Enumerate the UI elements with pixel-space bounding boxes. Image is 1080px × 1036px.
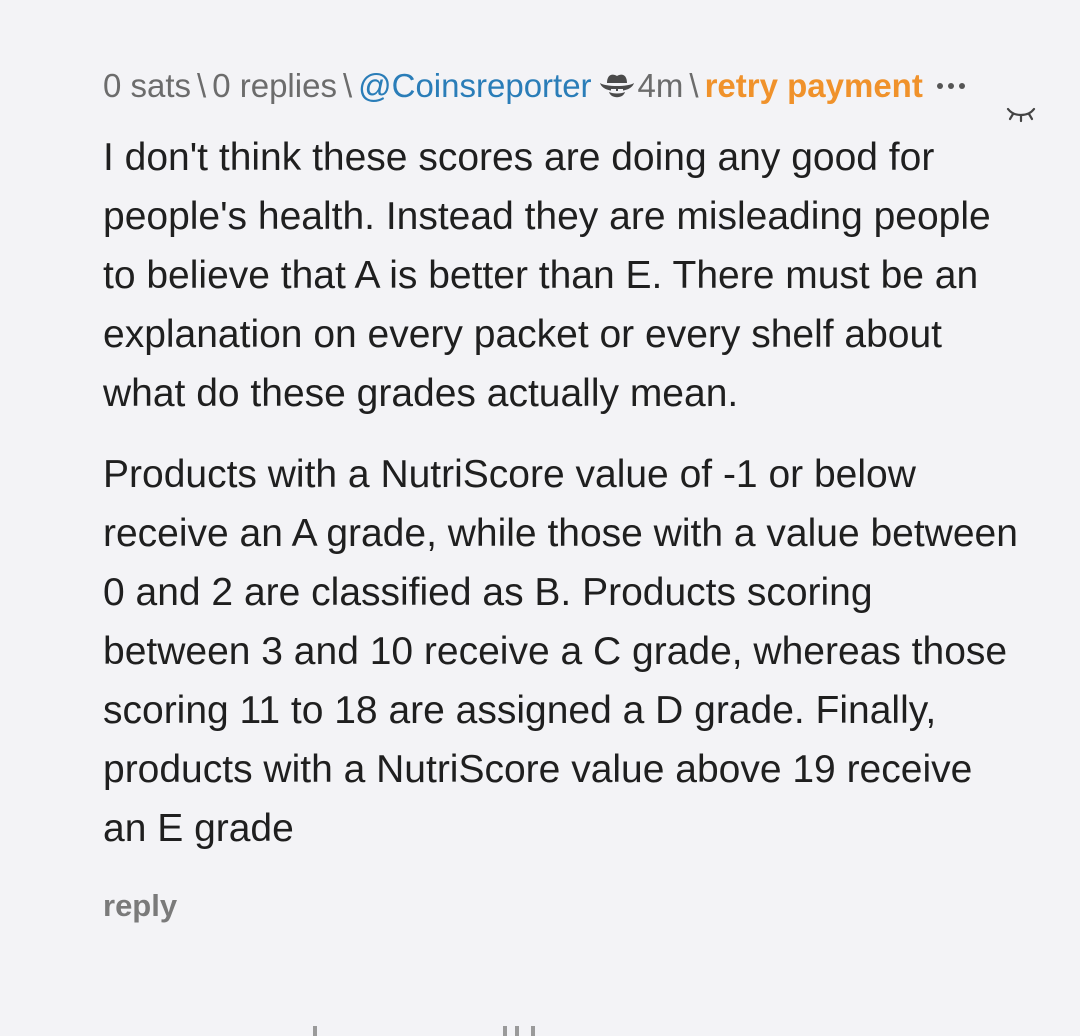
comment: 0 sats \ 0 replies \ @Coinsreporter 4m \ retry… (103, 60, 1018, 924)
next-comment-cutoff (103, 1026, 573, 1036)
reply-button[interactable]: reply (103, 888, 1018, 924)
separator: \ (342, 67, 353, 104)
comment-paragraph: Products with a NutriScore value of -1 o… (103, 453, 1018, 850)
author-link[interactable]: @Coinsreporter (358, 67, 591, 104)
ellipsis-icon[interactable] (936, 83, 970, 93)
timestamp[interactable]: 4m (638, 67, 684, 104)
sats-count[interactable]: 0 sats (103, 67, 191, 104)
replies-count[interactable]: 0 replies (212, 67, 337, 104)
eye-closed-icon[interactable] (1005, 104, 1037, 124)
comment-meta: 0 sats \ 0 replies \ @Coinsreporter 4m \ retry… (103, 60, 1018, 112)
comment-body: I don't think these scores are doing any… (103, 128, 1018, 858)
separator: \ (689, 67, 699, 104)
comment-paragraph: I don't think these scores are doing any… (103, 136, 991, 415)
retry-payment-link[interactable]: retry payment (705, 67, 923, 104)
cowboy-hat-icon (599, 74, 634, 98)
separator: \ (197, 67, 207, 104)
